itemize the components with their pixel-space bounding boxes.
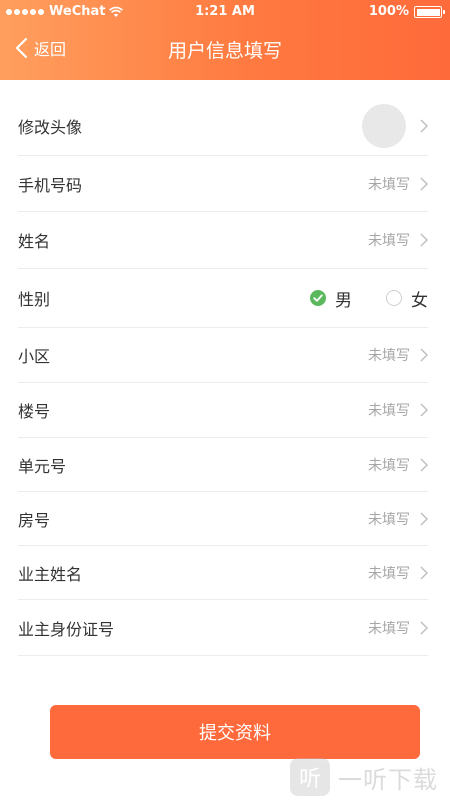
row-value: 未填写 [368,348,410,364]
radio-unchecked-icon [386,290,402,306]
chevron-right-icon [420,177,428,190]
row-owner-name[interactable]: 业主姓名 未填写 [18,546,428,600]
gender-option-male[interactable]: 男 [310,286,352,311]
row-value: 未填写 [368,176,410,193]
row-value: 未填写 [368,403,410,419]
status-bar: WeChat 1:21 AM 100% [0,0,450,24]
row-phone[interactable]: 手机号码 未填写 [18,156,428,212]
row-gender: 性别 男 女 [18,269,428,328]
battery-percent: 100% [368,4,409,19]
row-value: 未填写 [368,233,410,249]
row-community[interactable]: 小区 未填写 [18,328,428,383]
row-value: 未填写 [368,511,410,528]
row-label: 房号 [18,510,51,530]
row-label: 手机号码 [18,175,83,195]
chevron-right-icon [420,403,428,417]
row-label: 业主身份证号 [18,619,115,639]
gender-option-female[interactable]: 女 [386,286,428,311]
row-owner-id[interactable]: 业主身份证号 未填写 [18,600,428,656]
watermark-logo-icon: 听 [290,758,330,796]
chevron-right-icon [420,512,428,525]
row-avatar[interactable]: 修改头像 [18,96,428,156]
row-label: 姓名 [18,232,51,251]
radio-label: 女 [411,290,428,311]
row-label: 性别 [18,290,51,309]
chevron-right-icon [420,119,428,132]
row-label: 修改头像 [18,117,83,137]
radio-checked-icon [310,290,326,306]
row-name[interactable]: 姓名 未填写 [18,212,428,269]
row-value: 未填写 [368,457,410,474]
radio-label: 男 [335,290,352,311]
gender-radio-group: 男 女 [310,286,428,311]
chevron-right-icon [420,348,428,362]
row-value: 未填写 [368,620,410,637]
chevron-right-icon [420,566,428,579]
row-label: 单元号 [18,456,67,476]
watermark: 听 一听下载 [290,758,438,796]
nav-bar: 返回 用户信息填写 [0,24,450,76]
chevron-right-icon [420,458,428,471]
submit-button[interactable]: 提交资料 [50,705,420,759]
row-unit[interactable]: 单元号 未填写 [18,438,428,492]
row-label: 小区 [18,347,51,366]
battery-icon [414,6,445,18]
watermark-text: 一听下载 [338,765,438,794]
chevron-right-icon [420,621,428,634]
chevron-right-icon [420,233,428,247]
row-label: 业主姓名 [18,564,83,584]
status-right: 100% [368,0,445,24]
page-title: 用户信息填写 [167,41,282,62]
user-info-form: 修改头像 手机号码 未填写 姓名 未填写 性别 男 女 小区 未填写 楼号 未填… [18,96,428,656]
row-room[interactable]: 房号 未填写 [18,492,428,546]
row-building[interactable]: 楼号 未填写 [18,383,428,438]
row-value: 未填写 [368,565,410,582]
row-label: 楼号 [18,402,51,421]
header: WeChat 1:21 AM 100% 返回 用户信息填写 [0,0,450,80]
avatar[interactable] [362,103,406,148]
